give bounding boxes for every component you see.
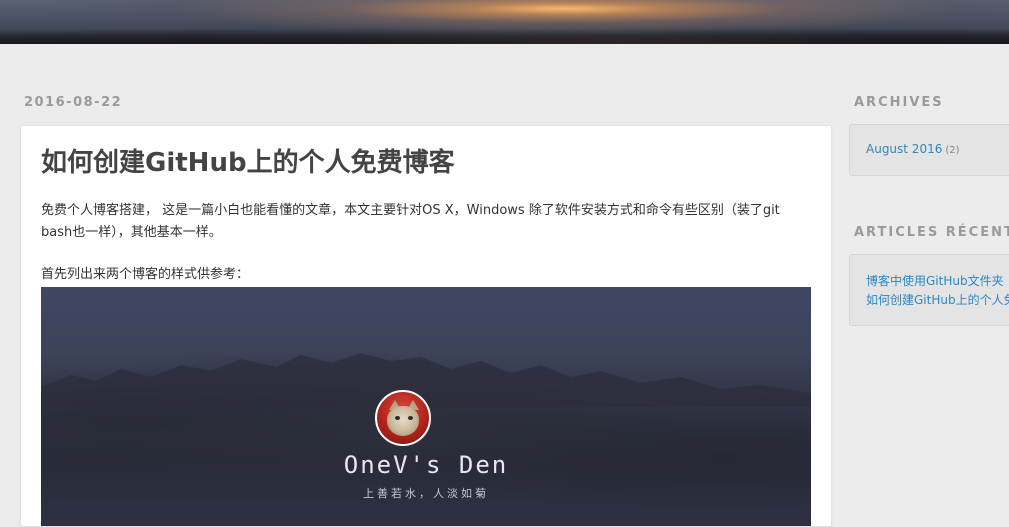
archive-link-label: August 2016 xyxy=(866,142,943,156)
post-date: 2016-08-22 xyxy=(24,95,123,110)
cat-face-icon xyxy=(387,406,419,436)
avatar xyxy=(375,390,431,446)
post-image: OneV's Den 上善若水，人淡如菊 xyxy=(41,287,811,526)
recent-articles-heading: ARTICLES RÉCENTS xyxy=(854,225,1009,240)
cat-eye-icon xyxy=(408,416,413,420)
banner-clouds xyxy=(0,18,1009,44)
image-tagline: 上善若水，人淡如菊 xyxy=(363,487,489,500)
recent-article-link[interactable]: 博客中使用GitHub文件夹 xyxy=(866,272,1004,289)
post-paragraph: 首先列出来两个博客的样式供参考： xyxy=(41,267,250,282)
post-title[interactable]: 如何创建GitHub上的个人免费博客 xyxy=(41,142,455,179)
post-card: 如何创建GitHub上的个人免费博客 免费个人博客搭建， 这是一篇小白也能看懂的… xyxy=(20,125,832,527)
archives-heading: ARCHIVES xyxy=(854,95,944,110)
header-banner xyxy=(0,0,1009,44)
image-rock-silhouette xyxy=(41,353,811,407)
cat-eye-icon xyxy=(395,416,400,420)
image-site-name: OneV's Den xyxy=(343,451,509,479)
archive-count: (2) xyxy=(945,145,960,156)
recent-articles-box: 博客中使用GitHub文件夹 如何创建GitHub上的个人免费博客 xyxy=(849,254,1009,326)
post-paragraph: 免费个人博客搭建， 这是一篇小白也能看懂的文章，本文主要针对OS X，Windo… xyxy=(41,203,780,240)
archive-link-august-2016[interactable]: August 2016 (2) xyxy=(866,142,960,156)
recent-article-link[interactable]: 如何创建GitHub上的个人免费博客 xyxy=(866,291,1009,308)
archives-box: August 2016 (2) xyxy=(849,124,1009,176)
